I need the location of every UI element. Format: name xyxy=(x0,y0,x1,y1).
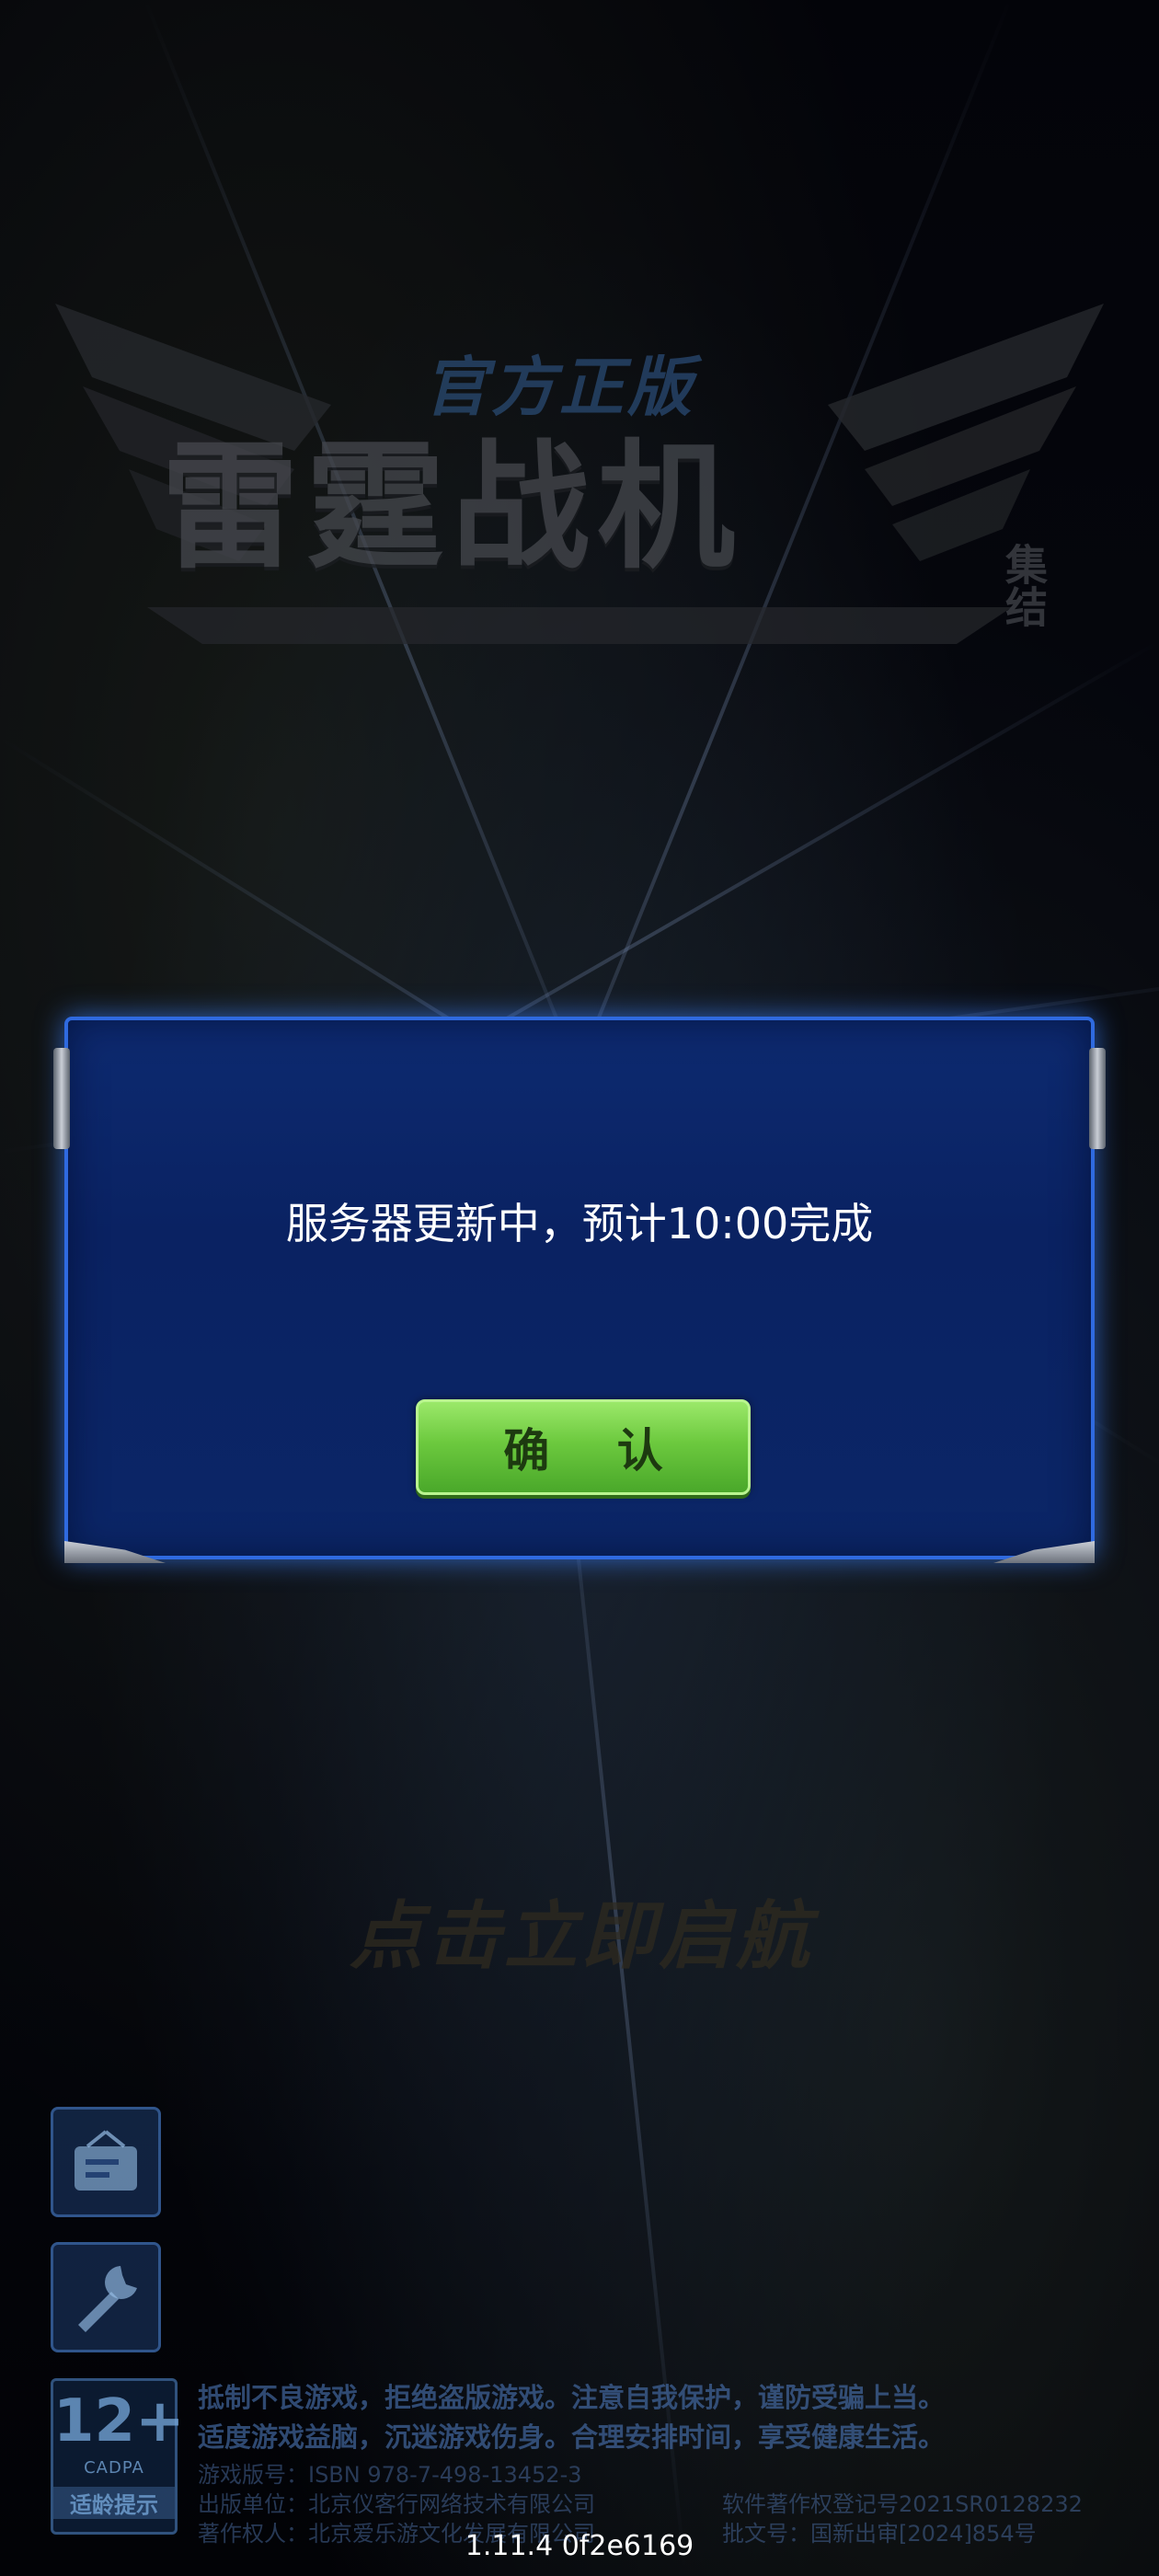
publisher-text: 出版单位：北京仪客行网络技术有限公司 xyxy=(198,2491,595,2517)
dialog-side-ornament xyxy=(1089,1048,1106,1149)
notice-button[interactable] xyxy=(51,2107,161,2217)
age-rating-badge: 12+ CADPA 适龄提示 xyxy=(51,2378,185,2535)
age-rating-org: CADPA xyxy=(84,2458,144,2478)
isbn-text: 游戏版号：ISBN 978-7-498-13452-3 xyxy=(198,2462,582,2488)
dialog-corner-ornament xyxy=(64,1541,166,1563)
version-label: 1.11.4 0f2e6169 xyxy=(465,2530,694,2562)
age-rating-tip: 适龄提示 xyxy=(53,2487,175,2519)
notice-board-icon xyxy=(75,2130,137,2191)
health-notice-line2: 适度游戏益脑，沉迷游戏伤身。合理安排时间，享受健康生活。 xyxy=(198,2421,946,2453)
repair-button[interactable] xyxy=(51,2242,161,2352)
health-notice-line1: 抵制不良游戏，拒绝盗版游戏。注意自我保护，谨防受骗上当。 xyxy=(198,2382,946,2413)
software-reg-text: 软件著作权登记号2021SR0128232 xyxy=(722,2491,1083,2517)
dialog-corner-ornament xyxy=(993,1541,1095,1563)
dialog-message: 服务器更新中，预计10:00完成 xyxy=(285,1199,874,1248)
wrench-icon xyxy=(78,2266,137,2332)
server-update-dialog: 服务器更新中，预计10:00完成 确 认 xyxy=(53,1017,1106,1563)
confirm-button[interactable]: 确 认 xyxy=(416,1399,751,1495)
age-rating-number: 12+ xyxy=(53,2387,185,2455)
dialog-side-ornament xyxy=(53,1048,70,1149)
